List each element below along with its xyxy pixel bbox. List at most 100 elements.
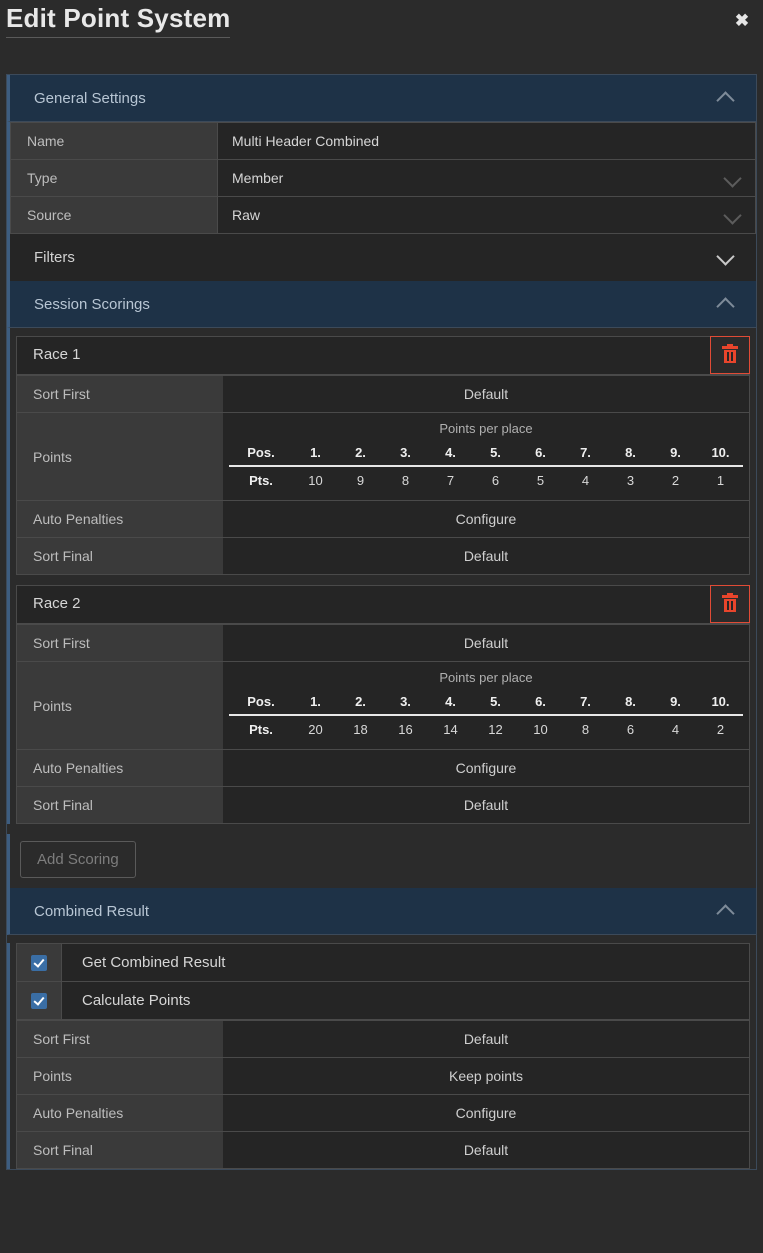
- row-label-sort-final: Sort Final: [17, 537, 223, 574]
- section-header-session-scorings[interactable]: Session Scorings: [7, 281, 756, 328]
- row-label-auto-penalties: Auto Penalties: [17, 500, 223, 538]
- combined-sort-first-value[interactable]: Default: [223, 1020, 749, 1058]
- general-settings-body: Name Multi Header Combined Type Member S…: [7, 122, 756, 234]
- points-per-place-cell[interactable]: Points per place Pos. 1. 2. 3. 4. 5. 6. 7. 8. 9. 1…: [223, 661, 749, 750]
- points-position-header: 9.: [653, 442, 698, 467]
- trash-icon: [722, 593, 738, 613]
- points-value: 3: [626, 473, 635, 488]
- checkbox-cell: [17, 982, 62, 1019]
- add-scoring-button[interactable]: Add Scoring: [20, 841, 136, 878]
- table-row: Sort First Default: [17, 1020, 749, 1058]
- points-position-header: 2.: [338, 442, 383, 467]
- section-header-filters[interactable]: Filters: [7, 234, 756, 281]
- points-table-0: Pos. 1. 2. 3. 4. 5. 6. 7. 8. 9. 10. Pts. 10 9 8 7 6 5 4 3 2…: [229, 442, 743, 494]
- points-position-header: 5.: [473, 691, 518, 716]
- points-value: 9: [356, 473, 365, 488]
- points-value: 16: [398, 722, 413, 737]
- chevron-down-icon: [723, 169, 742, 188]
- scoring-card-table: Sort First Default Points Points per pla…: [17, 624, 749, 823]
- get-combined-result-checkbox[interactable]: [31, 954, 47, 971]
- combined-auto-penalties-link[interactable]: Configure: [223, 1094, 749, 1132]
- points-value: 2: [716, 722, 725, 737]
- points-value: 1: [716, 473, 725, 488]
- table-row: Auto Penalties Configure: [17, 1094, 749, 1132]
- table-row: Auto Penalties Configure: [17, 500, 749, 538]
- row-label-sort-final: Sort Final: [17, 786, 223, 823]
- points-position-header: 7.: [563, 442, 608, 467]
- row-label-points: Points: [17, 412, 223, 501]
- sort-first-value[interactable]: Default: [223, 624, 749, 662]
- combined-points-value[interactable]: Keep points: [223, 1057, 749, 1095]
- checkbox-row-calculate-points[interactable]: Calculate Points: [17, 982, 749, 1020]
- points-value: 2: [671, 473, 680, 488]
- calculate-points-checkbox[interactable]: [31, 992, 47, 1009]
- section-label-session-scorings: Session Scorings: [34, 295, 150, 313]
- table-row: Auto Penalties Configure: [17, 749, 749, 787]
- row-label-auto-penalties: Auto Penalties: [17, 749, 223, 787]
- chevron-up-icon: [716, 91, 738, 105]
- checkbox-label-calculate-points: Calculate Points: [82, 992, 191, 1009]
- general-settings-table: Name Multi Header Combined Type Member S…: [10, 122, 756, 234]
- row-label-points: Points: [17, 661, 223, 750]
- points-position-header: 7.: [563, 691, 608, 716]
- points-value: 4: [581, 473, 590, 488]
- add-scoring-row: Add Scoring: [7, 834, 756, 888]
- table-row: Sort Final Default: [17, 786, 749, 823]
- points-position-header: 4.: [428, 691, 473, 716]
- points-header-row: Pos. 1. 2. 3. 4. 5. 6. 7. 8. 9. 10.: [229, 691, 743, 716]
- checkbox-row-get-combined-result[interactable]: Get Combined Result: [17, 944, 749, 982]
- session-scorings-body: Race 1 Sort First Default Points Points …: [7, 328, 756, 824]
- delete-scoring-button[interactable]: [710, 585, 750, 623]
- type-select-value: Member: [232, 170, 284, 186]
- points-per-place-title: Points per place: [439, 670, 533, 685]
- points-per-place-cell[interactable]: Points per place Pos. 1. 2. 3. 4. 5. 6. 7. 8. 9. 1…: [223, 412, 749, 501]
- points-value: 5: [536, 473, 545, 488]
- table-row: Sort Final Default: [17, 1131, 749, 1168]
- table-row: Points Points per place Pos. 1. 2. 3. 4. 5. 6.…: [17, 661, 749, 750]
- points-position-header: 6.: [518, 442, 563, 467]
- scoring-card: Race 2 Sort First Default Points Points …: [16, 585, 750, 824]
- table-row: Sort First Default: [17, 624, 749, 662]
- points-value: 10: [308, 473, 323, 488]
- table-row: Sort Final Default: [17, 537, 749, 574]
- type-select[interactable]: Member: [217, 159, 756, 197]
- scoring-card-header: Race 2: [17, 585, 750, 624]
- source-select-value: Raw: [232, 207, 261, 223]
- points-value: 8: [581, 722, 590, 737]
- table-row: Points Keep points: [17, 1057, 749, 1095]
- sort-final-value[interactable]: Default: [223, 537, 749, 574]
- points-value: 18: [353, 722, 368, 737]
- points-value: 6: [491, 473, 500, 488]
- section-header-combined-result[interactable]: Combined Result: [7, 888, 756, 935]
- points-position-header: 6.: [518, 691, 563, 716]
- edit-point-system-panel: General Settings Name Multi Header Combi…: [6, 74, 757, 1170]
- points-pts-row-label: Pts.: [249, 473, 273, 488]
- points-pos-row-label: Pos.: [229, 691, 293, 716]
- table-row: Sort First Default: [17, 375, 749, 413]
- close-icon[interactable]: ✖: [731, 10, 753, 32]
- combined-result-card: Get Combined Result Calculate Points Sor…: [16, 943, 750, 1169]
- row-label-sort-first: Sort First: [17, 375, 223, 413]
- auto-penalties-configure-link[interactable]: Configure: [223, 749, 749, 787]
- combined-sort-final-value[interactable]: Default: [223, 1131, 749, 1168]
- sort-final-value[interactable]: Default: [223, 786, 749, 823]
- page-title: Edit Point System: [6, 3, 231, 38]
- row-label-sort-first: Sort First: [17, 624, 223, 662]
- points-value: 20: [308, 722, 323, 737]
- points-position-header: 3.: [383, 442, 428, 467]
- row-label-sort-first: Sort First: [17, 1020, 223, 1058]
- table-row: Type Member: [10, 159, 756, 197]
- delete-scoring-button[interactable]: [710, 336, 750, 374]
- section-header-general-settings[interactable]: General Settings: [7, 75, 756, 122]
- name-field[interactable]: Multi Header Combined: [217, 122, 756, 160]
- sort-first-value[interactable]: Default: [223, 375, 749, 413]
- auto-penalties-configure-link[interactable]: Configure: [223, 500, 749, 538]
- points-position-header: 2.: [338, 691, 383, 716]
- source-select[interactable]: Raw: [217, 196, 756, 234]
- scoring-card-name: Race 2: [33, 595, 81, 612]
- row-label-sort-final: Sort Final: [17, 1131, 223, 1168]
- points-position-header: 1.: [293, 442, 338, 467]
- points-value: 4: [671, 722, 680, 737]
- points-value: 6: [626, 722, 635, 737]
- table-row: Name Multi Header Combined: [10, 122, 756, 160]
